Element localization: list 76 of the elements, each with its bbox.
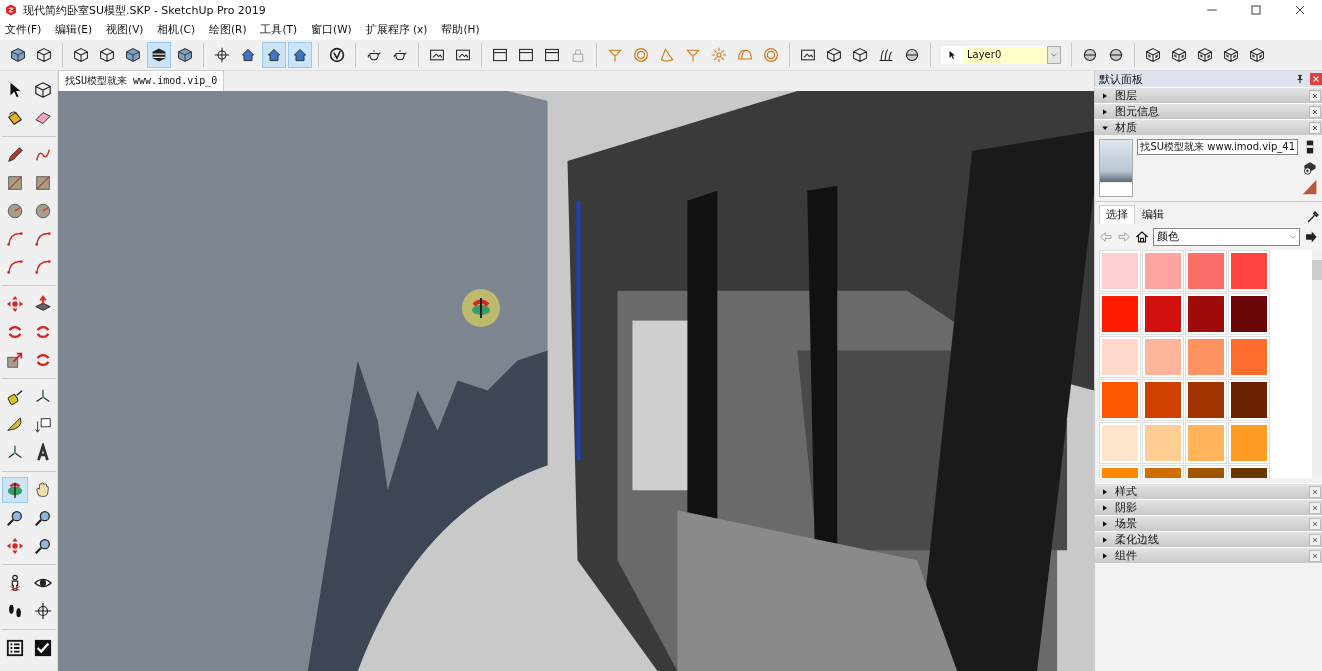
home-icon[interactable] xyxy=(1135,230,1149,244)
panel-header[interactable]: 场景 xyxy=(1095,515,1322,531)
menu-item[interactable]: 扩展程序 (x) xyxy=(363,23,430,37)
library-dropdown[interactable]: 颜色 xyxy=(1153,228,1300,246)
material-name-field[interactable]: 找SU模型就来 www.imod.vip_41 xyxy=(1137,139,1298,155)
color-swatch[interactable] xyxy=(1142,379,1184,421)
panel-title: 材质 xyxy=(1115,120,1138,135)
tab[interactable]: 编辑 xyxy=(1135,205,1171,224)
triangle-icon[interactable] xyxy=(1302,179,1318,195)
chevron-down-icon xyxy=(1047,46,1061,64)
color-swatch[interactable] xyxy=(1228,250,1270,292)
maximize-icon[interactable] xyxy=(1248,2,1264,18)
panel-header[interactable]: 材质 xyxy=(1095,119,1322,135)
menu-item[interactable]: 帮助(H) xyxy=(439,23,482,37)
color-swatch[interactable] xyxy=(1228,422,1270,464)
color-swatch[interactable] xyxy=(1228,293,1270,335)
color-swatch[interactable] xyxy=(1099,293,1141,335)
menu-item[interactable]: 工具(T) xyxy=(258,23,300,37)
arrow-cursor-icon xyxy=(947,50,957,60)
add-material-icon[interactable] xyxy=(1302,159,1318,175)
color-swatch[interactable] xyxy=(1185,422,1227,464)
close-icon[interactable] xyxy=(1309,549,1321,562)
color-swatch[interactable] xyxy=(1099,379,1141,421)
triangle-down-icon xyxy=(1101,123,1109,132)
color-swatch[interactable] xyxy=(1142,336,1184,378)
panel-title: 组件 xyxy=(1115,548,1138,563)
house-icon[interactable] xyxy=(262,42,286,68)
layer-dropdown[interactable]: Layer0 xyxy=(941,46,1061,64)
striped-cube-icon[interactable] xyxy=(147,42,171,68)
close-icon[interactable] xyxy=(1309,105,1321,118)
panel-title: 场景 xyxy=(1115,516,1138,531)
window-title: 现代简约卧室SU模型.SKP - SketchUp Pro 2019 xyxy=(23,2,266,18)
close-icon[interactable] xyxy=(1309,501,1321,514)
house-icon[interactable] xyxy=(288,42,312,68)
panel-title: 图层 xyxy=(1115,88,1138,103)
color-swatch[interactable] xyxy=(1099,336,1141,378)
color-swatch[interactable] xyxy=(1228,336,1270,378)
menu-item[interactable]: 视图(V) xyxy=(104,23,146,37)
panel-header[interactable]: 图层 xyxy=(1095,87,1322,103)
close-icon[interactable] xyxy=(1309,121,1321,134)
panel-header[interactable]: 阴影 xyxy=(1095,499,1322,515)
panel-title: 柔化边线 xyxy=(1115,532,1160,547)
panel-header[interactable]: 组件 xyxy=(1095,547,1322,563)
menu-item[interactable]: 编辑(E) xyxy=(53,23,95,37)
menu-item[interactable]: 文件(F) xyxy=(3,23,44,37)
color-swatch[interactable] xyxy=(1185,379,1227,421)
color-swatch[interactable] xyxy=(1142,422,1184,464)
color-swatch[interactable] xyxy=(1099,250,1141,292)
tab[interactable]: 选择 xyxy=(1099,205,1135,224)
panel-header[interactable]: 样式 xyxy=(1095,483,1322,499)
close-icon[interactable] xyxy=(1309,89,1321,102)
panel-title: 阴影 xyxy=(1115,500,1138,515)
orbit-icon[interactable] xyxy=(2,477,28,503)
color-swatch[interactable] xyxy=(1228,379,1270,421)
tray-title: 默认面板 xyxy=(1099,71,1144,87)
color-swatch[interactable] xyxy=(1099,422,1141,464)
menu-item[interactable]: 窗口(W) xyxy=(309,23,354,37)
panel-header[interactable]: 图元信息 xyxy=(1095,103,1322,119)
menu-item[interactable]: 相机(C) xyxy=(155,23,197,37)
color-swatch[interactable] xyxy=(1185,336,1227,378)
panel-title: 图元信息 xyxy=(1115,104,1160,119)
close-icon[interactable] xyxy=(1309,533,1321,546)
material-preview-photo xyxy=(1099,139,1134,197)
panel-title: 样式 xyxy=(1115,484,1138,499)
orbit-cursor-icon xyxy=(461,288,501,328)
color-swatch[interactable] xyxy=(1142,250,1184,292)
color-swatch[interactable] xyxy=(1185,250,1227,292)
close-icon[interactable] xyxy=(1309,517,1321,530)
details-arrow-icon[interactable] xyxy=(1304,230,1318,244)
close-icon[interactable] xyxy=(1309,485,1321,498)
app-logo-icon xyxy=(4,3,18,17)
scene-tab[interactable]: 找SU模型就来 www.imod.vip_0 xyxy=(58,70,225,91)
color-swatch[interactable] xyxy=(1185,293,1227,335)
menu-item[interactable]: 绘图(R) xyxy=(207,23,249,37)
color-swatch[interactable] xyxy=(1142,293,1184,335)
panel-header[interactable]: 柔化边线 xyxy=(1095,531,1322,547)
